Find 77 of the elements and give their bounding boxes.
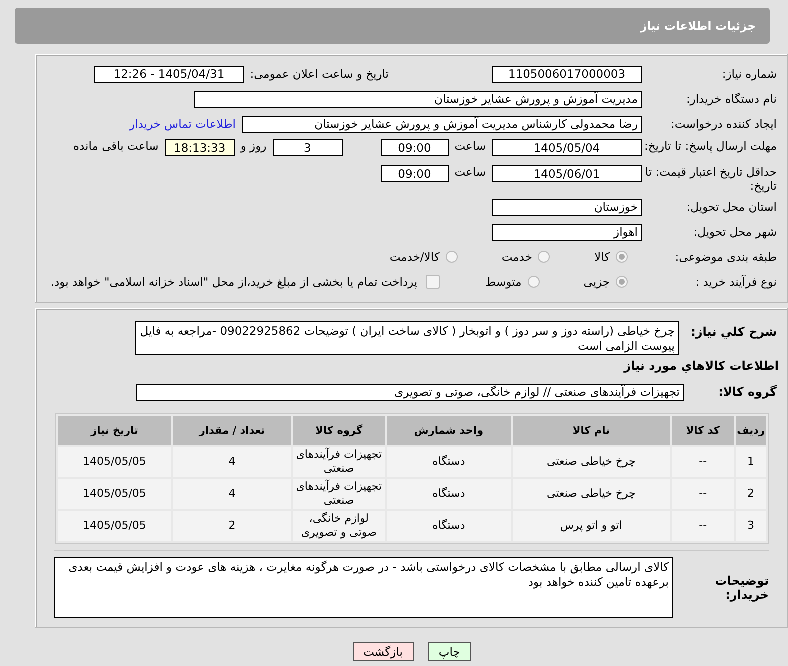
radio-label: کالا [594,250,610,264]
radio-label: خدمت [502,250,532,264]
field-label: توضیحات خریدار: [714,574,769,602]
field-value: 1405/04/31 - 12:26 [94,66,244,82]
field-value: 3 [272,139,343,156]
table-cell: 3 [736,511,766,541]
page-title: جزئیات اطلاعات نیاز [640,19,756,33]
column-header: تاریخ نیاز [58,416,172,445]
radio-button[interactable] [616,251,628,263]
field-label: ایجاد کننده درخواست: [670,117,778,131]
table-cell: -- [672,447,734,477]
radio-label: متوسط [486,275,522,289]
table-cell: دستگاه [387,511,511,541]
radio-button[interactable] [616,276,628,288]
table-cell: اتو و اتو پرس [512,511,670,541]
table-cell: تجهیزات فرآیندهای صنعتی [293,447,386,477]
table-cell: 4 [173,479,292,509]
table-cell: لوازم خانگی، صوتی و تصویری [293,511,386,541]
field-value: اهواز [492,224,642,240]
field-label: نام دستگاه خریدار: [685,92,778,106]
table-cell: 2 [173,511,292,541]
description-textarea[interactable]: چرخ خیاطی (راسته دوز و سر دوز ) و اتوبخار ( کالای ساخت ایران ) توضیحات 09022925862 -مراجعه به فایل پیوست الزامی است [135,321,679,355]
field-label: نوع فرآیند خرید : [694,275,778,289]
field-value: مدیریت آموزش و پرورش عشایر خوزستان [194,90,642,108]
field-label: شماره نیاز: [721,67,778,81]
field-label: طبقه بندی موضوعی: [674,250,778,264]
field-label: مهلت ارسال پاسخ: تا تاریخ: [643,139,778,153]
table-cell: 1405/05/05 [58,511,172,541]
buyer-contact-link[interactable]: اطلاعات تماس خریدار [129,117,236,131]
radio-button[interactable] [528,276,540,288]
radio-label: جزیی [584,275,610,289]
table-cell: 1405/05/05 [58,479,172,509]
table-cell: 4 [173,447,292,477]
checkbox-label: پرداخت تمام یا بخشی از مبلغ خرید،از محل "اسناد خزانه اسلامی" خواهد بود. [50,275,418,289]
radio-button[interactable] [446,251,458,263]
column-header: ردیف [736,416,766,445]
field-label: شرح کلي نیاز: [690,325,778,339]
field-value: 09:00 [380,139,449,156]
field-value: 1405/05/04 [492,139,642,156]
print-button[interactable]: چاپ [428,642,472,661]
radio-label: کالا/خدمت [390,250,440,264]
buyer-notes-textarea[interactable]: کالای ارسالی مطابق با مشخصات کالای درخواستی باشد - در صورت هرگونه مغایرت ، هزینه های عودت و افزایش قیمت بعدی برعهده تامین کننده خواهد بود [54,557,673,618]
field-label: حداقل تاریخ اعتبار قیمت: تا تاریخ: [644,165,778,193]
field-value: رضا محمدولی کارشناس مدیریت آموزش و پرورش عشایر خوزستان [242,116,642,132]
field-value: 1105006017000003 [492,66,642,82]
field-value: 09:00 [380,165,449,182]
field-label: استان محل تحویل: [686,200,778,214]
field-label: روز و [240,139,267,153]
table-cell: -- [672,479,734,509]
table-cell: 1405/05/05 [58,447,172,477]
field-label: تاریخ و ساعت اعلان عمومی: [250,67,389,81]
table-cell: چرخ خیاطی صنعتی [512,479,670,509]
table-cell: 1 [736,447,766,477]
field-label: ساعت [454,139,486,153]
section-heading: اطلاعات کالاهاي مورد نیاز [622,359,780,373]
radio-button[interactable] [538,251,550,263]
checkbox[interactable] [426,275,440,289]
table-cell: 2 [736,479,766,509]
column-header: کد کالا [672,416,734,445]
column-header: واحد شمارش [387,416,511,445]
column-header: نام کالا [512,416,670,445]
table-cell: چرخ خیاطی صنعتی [512,447,670,477]
column-header: گروه کالا [293,416,386,445]
field-label: شهر محل تحویل: [692,225,778,239]
table-cell: -- [672,511,734,541]
field-label: ساعت باقی مانده [74,139,159,153]
field-value: 1405/06/01 [492,165,642,182]
field-label: ساعت [454,165,486,179]
goods-group-field: تجهیزات فرآیندهای صنعتی // لوازم خانگی، صوتی و تصویری [136,384,684,400]
countdown-field: 18:13:33 [164,139,235,156]
table-cell: دستگاه [387,479,511,509]
table-cell: تجهیزات فرآیندهای صنعتی [293,479,386,509]
back-button[interactable]: بازگشت [352,642,414,661]
column-header: تعداد / مقدار [173,416,292,445]
field-label: گروه کالا: [718,385,778,399]
field-value: خوزستان [492,198,642,216]
table-cell: دستگاه [387,447,511,477]
